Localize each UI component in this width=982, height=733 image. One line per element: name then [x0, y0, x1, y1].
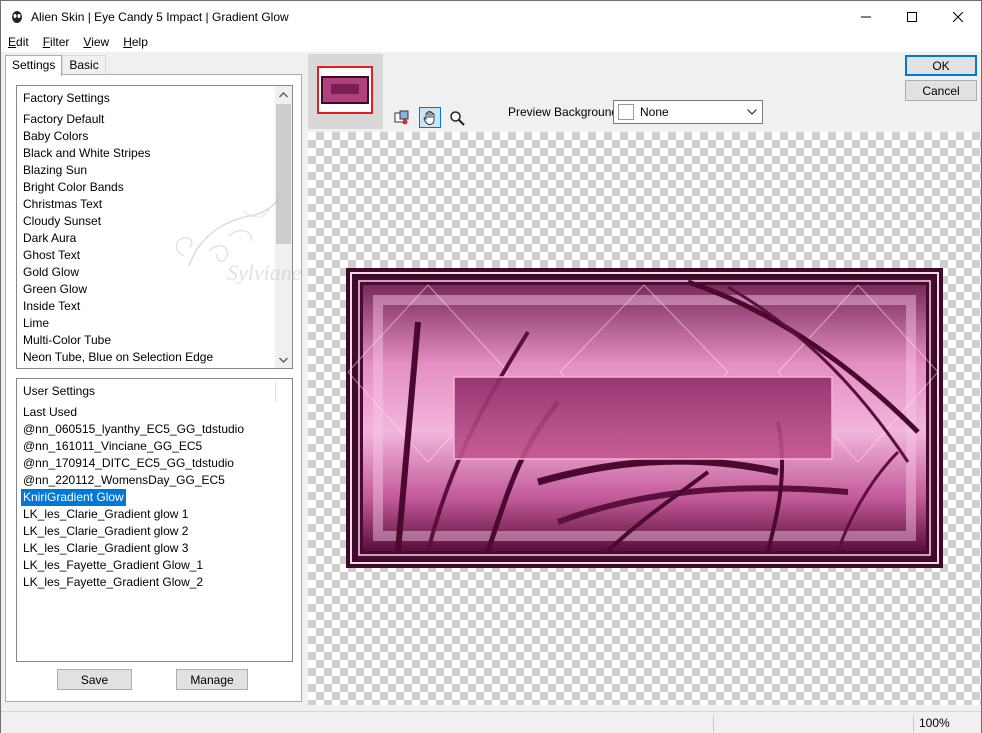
list-item[interactable]: LK_les_Fayette_Gradient Glow_1	[23, 557, 244, 574]
menu-help[interactable]: Help	[116, 32, 155, 52]
preview-background-label: Preview Background:	[508, 105, 622, 119]
list-item[interactable]: Bright Color Bands	[23, 179, 213, 196]
hand-icon	[423, 110, 435, 125]
list-item[interactable]: LK_les_Fayette_Gradient Glow_2	[23, 574, 244, 591]
maximize-icon	[907, 11, 917, 22]
header-divider	[275, 382, 276, 402]
eye-candy-window: Alien Skin | Eye Candy 5 Impact | Gradie…	[0, 0, 982, 733]
list-item[interactable]: Lime	[23, 315, 213, 332]
selected-item-label[interactable]: KniriGradient Glow	[21, 489, 126, 506]
status-divider	[713, 715, 714, 732]
alien-skin-icon	[9, 9, 25, 25]
list-item[interactable]: @nn_220112_WomensDay_GG_EC5	[23, 472, 244, 489]
window-title: Alien Skin | Eye Candy 5 Impact | Gradie…	[31, 9, 289, 24]
zoom-tool-button[interactable]	[446, 107, 468, 128]
cancel-button[interactable]: Cancel	[905, 80, 977, 101]
compare-icon	[394, 110, 409, 124]
maximize-button[interactable]	[889, 1, 935, 32]
list-item[interactable]: Black and White Stripes	[23, 145, 213, 162]
preview-background-select[interactable]: None	[613, 100, 763, 124]
chevron-down-icon[interactable]	[742, 101, 762, 123]
preview-image	[346, 268, 943, 568]
list-item[interactable]: Neon Tube, Blue on Selection Edge	[23, 349, 213, 366]
list-item[interactable]: LK_les_Clarie_Gradient glow 2	[23, 523, 244, 540]
list-item-selected[interactable]: KniriGradient Glow	[21, 489, 244, 506]
status-divider	[913, 715, 914, 732]
factory-settings-header: Factory Settings	[23, 91, 110, 105]
close-icon	[953, 11, 963, 22]
list-item[interactable]: LK_les_Clarie_Gradient glow 1	[23, 506, 244, 523]
menu-edit[interactable]: Edit	[1, 32, 36, 52]
svg-text:Sylviane: Sylviane	[227, 260, 302, 285]
save-button[interactable]: Save	[57, 669, 132, 690]
preview-canvas[interactable]	[308, 132, 981, 705]
navigator-thumbnail[interactable]	[308, 54, 383, 129]
close-button[interactable]	[935, 1, 981, 32]
title-bar[interactable]: Alien Skin | Eye Candy 5 Impact | Gradie…	[1, 1, 981, 32]
minimize-button[interactable]	[843, 1, 889, 32]
list-item[interactable]: @nn_060515_lyanthy_EC5_GG_tdstudio	[23, 421, 244, 438]
list-item[interactable]: Factory Default	[23, 111, 213, 128]
tab-settings[interactable]: Settings	[5, 55, 63, 76]
background-swatch-icon	[618, 104, 634, 120]
sylviane-watermark: Sylviane	[175, 197, 302, 285]
user-settings-header: User Settings	[23, 384, 96, 398]
menu-view[interactable]: View	[76, 32, 116, 52]
menu-filter[interactable]: Filter	[36, 32, 77, 52]
list-item[interactable]: Baby Colors	[23, 128, 213, 145]
user-settings-list[interactable]: User Settings Last Used @nn_060515_lyant…	[16, 378, 293, 662]
status-bar: 100%	[1, 711, 981, 733]
list-item[interactable]: Blazing Sun	[23, 162, 213, 179]
navigator-viewport[interactable]	[317, 66, 373, 114]
preview-tool-button[interactable]	[391, 107, 413, 128]
minimize-icon	[861, 16, 871, 17]
list-item[interactable]: Last Used	[23, 404, 244, 421]
list-item[interactable]: Multi-Color Tube	[23, 332, 213, 349]
menu-bar: Edit Filter View Help	[1, 32, 981, 52]
list-item[interactable]: LK_les_Clarie_Gradient glow 3	[23, 540, 244, 557]
ok-button[interactable]: OK	[905, 55, 977, 76]
list-item[interactable]: @nn_161011_Vinciane_GG_EC5	[23, 438, 244, 455]
tab-basic[interactable]: Basic	[62, 55, 106, 75]
scroll-down-icon[interactable]	[275, 351, 292, 368]
scroll-up-icon[interactable]	[275, 86, 292, 103]
zoom-level: 100%	[919, 716, 950, 730]
preview-background-value: None	[640, 105, 669, 119]
manage-button[interactable]: Manage	[176, 669, 248, 690]
list-item[interactable]: @nn_170914_DITC_EC5_GG_tdstudio	[23, 455, 244, 472]
settings-tabs: Settings Basic	[5, 55, 106, 76]
magnifier-icon	[450, 110, 465, 126]
pan-tool-button[interactable]	[419, 107, 441, 128]
